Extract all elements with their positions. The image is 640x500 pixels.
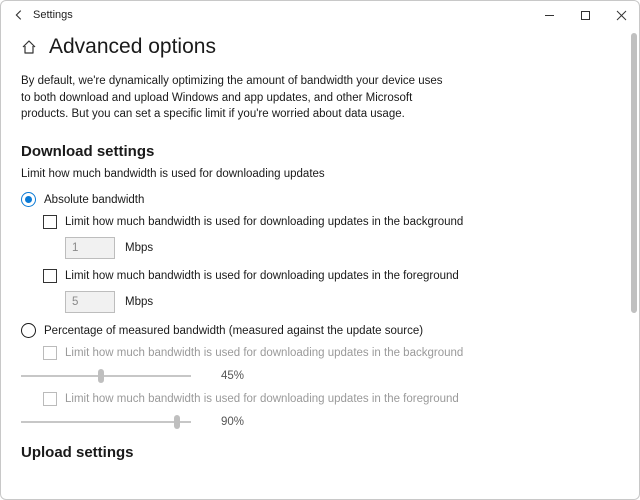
download-fg-mbps-input[interactable] (65, 291, 115, 313)
input-row-fg-absolute: Mbps (65, 291, 607, 313)
page-header: Advanced options (21, 35, 607, 59)
download-settings-heading: Download settings (21, 143, 607, 160)
checkbox-label: Limit how much bandwidth is used for dow… (65, 347, 463, 359)
slider-row-bg-percent: 45% (21, 368, 607, 384)
scrollbar[interactable] (629, 31, 637, 497)
checkbox-label: Limit how much bandwidth is used for dow… (65, 270, 459, 282)
checkbox-icon (43, 392, 57, 406)
input-row-bg-absolute: Mbps (65, 237, 607, 259)
home-icon[interactable] (21, 39, 37, 55)
back-button[interactable] (7, 3, 31, 27)
checkbox-icon (43, 346, 57, 360)
minimize-button[interactable] (531, 1, 567, 29)
page-title: Advanced options (49, 35, 216, 59)
content-area: Advanced options By default, we're dynam… (1, 29, 627, 499)
percent-value: 45% (221, 370, 261, 382)
intro-text: By default, we're dynamically optimizing… (21, 73, 451, 123)
percent-value: 90% (221, 416, 261, 428)
download-subdesc: Limit how much bandwidth is used for dow… (21, 168, 607, 180)
radio-label: Percentage of measured bandwidth (measur… (44, 325, 423, 337)
checkbox-download-bg-percent[interactable]: Limit how much bandwidth is used for dow… (43, 346, 607, 360)
settings-window: Settings Advanced options By default, we… (0, 0, 640, 500)
checkbox-label: Limit how much bandwidth is used for dow… (65, 216, 463, 228)
titlebar: Settings (1, 1, 639, 29)
slider-row-fg-percent: 90% (21, 414, 607, 430)
checkbox-download-fg-percent[interactable]: Limit how much bandwidth is used for dow… (43, 392, 607, 406)
download-bg-mbps-input[interactable] (65, 237, 115, 259)
unit-label: Mbps (125, 242, 153, 254)
download-fg-percent-slider[interactable] (21, 414, 191, 430)
radio-icon (21, 323, 36, 338)
radio-percentage-bandwidth[interactable]: Percentage of measured bandwidth (measur… (21, 323, 607, 338)
checkbox-icon (43, 215, 57, 229)
download-bg-percent-slider[interactable] (21, 368, 191, 384)
radio-label: Absolute bandwidth (44, 194, 144, 206)
upload-settings-heading: Upload settings (21, 444, 607, 461)
window-controls (531, 1, 639, 29)
app-title: Settings (31, 9, 73, 21)
checkbox-icon (43, 269, 57, 283)
scrollbar-thumb[interactable] (631, 33, 637, 313)
maximize-button[interactable] (567, 1, 603, 29)
radio-absolute-bandwidth[interactable]: Absolute bandwidth (21, 192, 607, 207)
checkbox-label: Limit how much bandwidth is used for dow… (65, 393, 459, 405)
checkbox-download-fg-absolute[interactable]: Limit how much bandwidth is used for dow… (43, 269, 607, 283)
checkbox-download-bg-absolute[interactable]: Limit how much bandwidth is used for dow… (43, 215, 607, 229)
close-button[interactable] (603, 1, 639, 29)
unit-label: Mbps (125, 296, 153, 308)
radio-icon (21, 192, 36, 207)
